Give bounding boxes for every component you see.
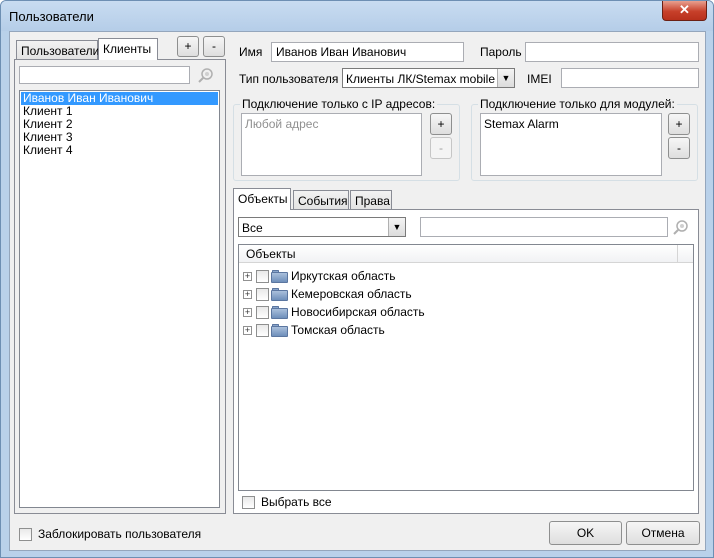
objects-filter-select[interactable]: Все ▼ <box>238 217 406 237</box>
remove-ip-button[interactable]: - <box>430 137 452 159</box>
folder-icon <box>271 305 288 319</box>
client-search-input[interactable] <box>19 66 190 84</box>
ok-button[interactable]: OK <box>549 521 622 545</box>
name-label: Имя <box>239 45 263 59</box>
column-divider <box>677 245 678 262</box>
users-dialog: Пользователи ✕ Пользователи Клиенты + - … <box>0 0 714 558</box>
tree-row-label: Кемеровская область <box>291 287 412 301</box>
expand-icon[interactable]: + <box>243 325 252 335</box>
imei-field[interactable] <box>561 68 699 88</box>
add-module-button[interactable]: + <box>668 113 690 135</box>
tree-row[interactable]: + Иркутская область <box>243 267 396 285</box>
window-title: Пользователи <box>9 9 94 24</box>
objects-search-input[interactable] <box>420 217 668 237</box>
search-icon[interactable] <box>672 218 690 236</box>
objects-tab-panel: Все ▼ Объекты + Иркутская область + Кеме… <box>233 209 699 514</box>
tree-header: Объекты <box>239 245 693 263</box>
tree-row[interactable]: + Новосибирская область <box>243 303 425 321</box>
tree-row-label: Томская область <box>291 323 385 337</box>
select-all-label: Выбрать все <box>261 495 332 509</box>
ip-list[interactable]: Любой адрес <box>241 113 422 176</box>
clients-panel: Иванов Иван Иванович Клиент 1 Клиент 2 К… <box>14 59 226 514</box>
dialog-body: Пользователи Клиенты + - Иванов Иван Ива… <box>9 31 706 551</box>
cancel-button[interactable]: Отмена <box>626 521 700 545</box>
folder-icon <box>271 269 288 283</box>
tree-checkbox[interactable] <box>256 323 269 337</box>
expand-icon[interactable]: + <box>243 289 252 299</box>
folder-icon <box>271 323 288 337</box>
modules-list[interactable]: Stemax Alarm <box>480 113 662 176</box>
password-field[interactable] <box>525 42 699 62</box>
objects-column-header[interactable]: Объекты <box>246 247 296 261</box>
tree-checkbox[interactable] <box>256 305 269 319</box>
clients-list: Иванов Иван Иванович Клиент 1 Клиент 2 К… <box>19 90 220 508</box>
chevron-down-icon[interactable]: ▼ <box>388 218 405 236</box>
tree-row-label: Иркутская область <box>291 269 396 283</box>
ip-group-title: Подключение только с IP адресов: <box>240 97 438 111</box>
password-label: Пароль <box>480 45 522 59</box>
remove-user-button[interactable]: - <box>203 36 225 57</box>
list-item[interactable]: Stemax Alarm <box>484 117 559 131</box>
user-type-select[interactable]: Клиенты ЛК/Stemax mobile ▼ <box>342 68 515 88</box>
expand-icon[interactable]: + <box>243 307 252 317</box>
name-field[interactable]: Иванов Иван Иванович <box>271 42 464 62</box>
objects-tree: Объекты + Иркутская область + Кемеровска… <box>238 244 694 491</box>
select-all-checkbox[interactable] <box>242 495 255 509</box>
title-bar: Пользователи ✕ <box>1 1 713 31</box>
remove-module-button[interactable]: - <box>668 137 690 159</box>
list-item[interactable]: Клиент 4 <box>21 144 218 157</box>
add-user-button[interactable]: + <box>177 36 199 57</box>
close-button[interactable]: ✕ <box>662 1 707 21</box>
tab-rights[interactable]: Права <box>350 190 392 210</box>
block-user-row[interactable]: Заблокировать пользователя <box>19 527 201 541</box>
select-all-row[interactable]: Выбрать все <box>242 495 332 509</box>
block-user-label: Заблокировать пользователя <box>38 527 202 541</box>
user-type-label: Тип пользователя <box>239 72 339 86</box>
imei-label: IMEI <box>527 72 552 86</box>
search-icon[interactable] <box>197 66 215 84</box>
tab-events[interactable]: События <box>293 190 349 210</box>
modules-group: Подключение только для модулей: Stemax A… <box>471 97 698 181</box>
add-ip-button[interactable]: + <box>430 113 452 135</box>
ip-group: Подключение только с IP адресов: Любой а… <box>233 97 460 181</box>
folder-icon <box>271 287 288 301</box>
objects-filter-value: Все <box>242 221 263 235</box>
chevron-down-icon[interactable]: ▼ <box>497 69 514 87</box>
tree-checkbox[interactable] <box>256 269 269 283</box>
block-user-checkbox[interactable] <box>19 527 32 541</box>
tree-checkbox[interactable] <box>256 287 269 301</box>
tree-row-label: Новосибирская область <box>291 305 425 319</box>
user-type-value: Клиенты ЛК/Stemax mobile <box>346 72 496 86</box>
expand-icon[interactable]: + <box>243 271 252 281</box>
tree-row[interactable]: + Кемеровская область <box>243 285 412 303</box>
tab-clients[interactable]: Клиенты <box>98 38 158 60</box>
tree-row[interactable]: + Томская область <box>243 321 385 339</box>
tab-users[interactable]: Пользователи <box>16 40 99 60</box>
tab-objects[interactable]: Объекты <box>233 188 291 210</box>
ip-placeholder: Любой адрес <box>245 117 319 131</box>
modules-group-title: Подключение только для модулей: <box>478 97 677 111</box>
